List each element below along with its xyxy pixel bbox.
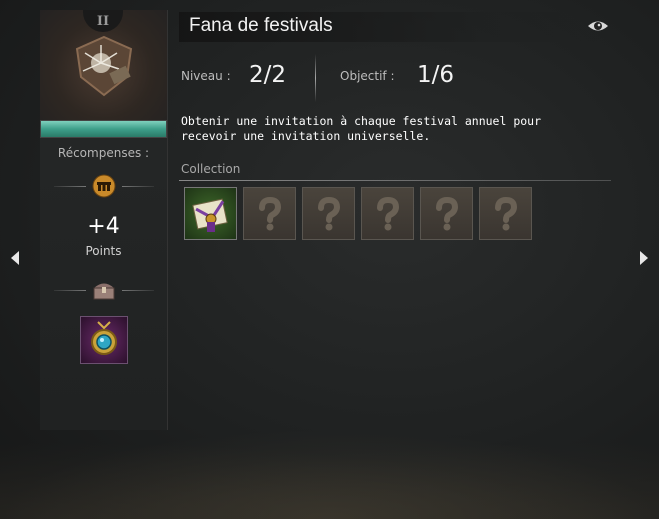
collection-label: Collection <box>181 162 241 176</box>
festival-medallion-icon <box>75 35 132 97</box>
collection-slot[interactable] <box>420 187 473 240</box>
background-texture <box>0 429 659 519</box>
question-mark-icon <box>435 196 458 230</box>
achievement-sidebar: II Récompenses : +4 Points <box>40 10 168 430</box>
title-bar: Fana de festivals <box>179 12 609 42</box>
chevron-right-icon <box>640 251 648 265</box>
achievement-progress-bar <box>40 120 167 138</box>
next-arrow-button[interactable] <box>632 246 656 270</box>
chest-icon <box>93 283 115 300</box>
collection-slot[interactable] <box>479 187 532 240</box>
festival-invitation-icon <box>191 198 228 232</box>
collection-slot[interactable] <box>184 187 237 240</box>
collection-divider <box>179 180 611 181</box>
watch-achievement-button[interactable] <box>587 18 609 34</box>
eye-icon <box>588 21 608 31</box>
collection-slot[interactable] <box>243 187 296 240</box>
reward-item-slot[interactable] <box>80 316 128 364</box>
points-divider <box>54 172 154 200</box>
level-label: Niveau : <box>181 69 231 83</box>
collection-slot[interactable] <box>361 187 414 240</box>
progress-fill <box>41 121 166 137</box>
question-mark-icon <box>376 196 399 230</box>
level-value: 2/2 <box>249 62 287 88</box>
achievement-title: Fana de festivals <box>189 15 333 36</box>
objective-label: Objectif : <box>340 69 395 83</box>
achievement-points-icon <box>92 174 116 198</box>
chevron-left-icon <box>11 251 19 265</box>
chest-divider <box>54 276 154 304</box>
question-mark-icon <box>317 196 340 230</box>
objective-value: 1/6 <box>417 62 455 88</box>
points-value: +4 <box>87 214 120 239</box>
collection-slot[interactable] <box>302 187 355 240</box>
collection-slots <box>184 187 532 240</box>
rewards-label: Récompenses : <box>57 146 150 160</box>
previous-arrow-button[interactable] <box>3 246 27 270</box>
achievement-description: Obtenir une invitation à chaque festival… <box>181 114 542 143</box>
amulet-icon <box>91 321 117 355</box>
question-mark-icon <box>494 196 517 230</box>
stat-divider <box>315 54 316 102</box>
points-label: Points <box>85 244 122 258</box>
question-mark-icon <box>258 196 281 230</box>
